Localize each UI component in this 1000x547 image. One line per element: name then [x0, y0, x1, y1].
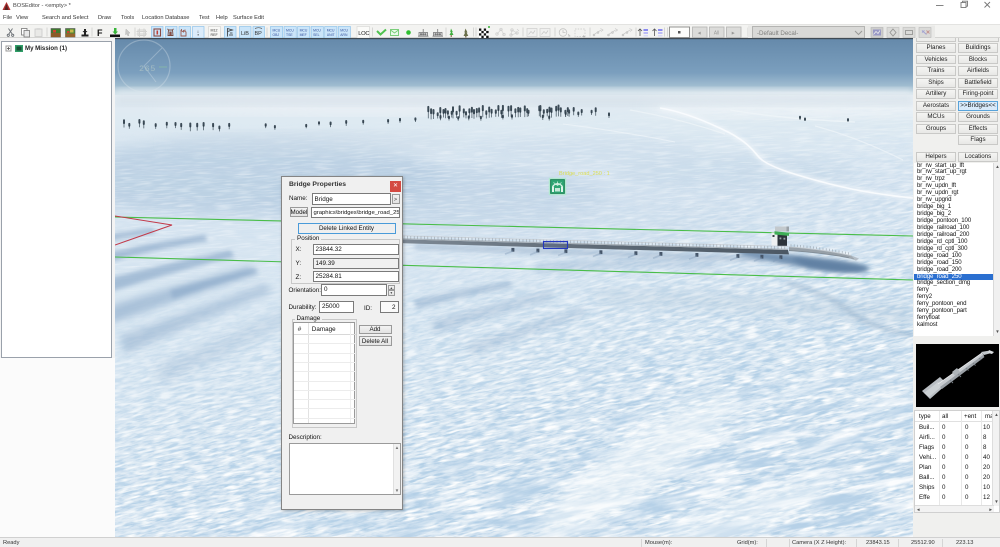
svg-text:265: 265 — [139, 64, 156, 74]
svg-text:OBJ: OBJ — [273, 33, 280, 37]
svg-text:SEL: SEL — [313, 33, 320, 37]
svg-text:BP: BP — [255, 31, 263, 37]
svg-text:REF: REF — [211, 33, 219, 37]
svg-text:LOC: LOC — [358, 31, 369, 37]
svg-text:UNIT: UNIT — [327, 33, 335, 37]
svg-text:-Default Decal-: -Default Decal- — [757, 30, 798, 37]
svg-text:ARN: ARN — [340, 33, 348, 37]
svg-text:TSE: TSE — [286, 33, 293, 37]
svg-text:◄: ◄ — [697, 31, 702, 37]
svg-text:►: ► — [731, 31, 736, 37]
svg-text:M12: M12 — [211, 29, 218, 33]
svg-text:All: All — [714, 31, 720, 37]
svg-text:F: F — [97, 28, 103, 38]
svg-text:MEF: MEF — [300, 33, 307, 37]
svg-text:Bridge_road_250 : 1: Bridge_road_250 : 1 — [559, 171, 610, 177]
svg-text:LiB: LiB — [241, 31, 249, 37]
